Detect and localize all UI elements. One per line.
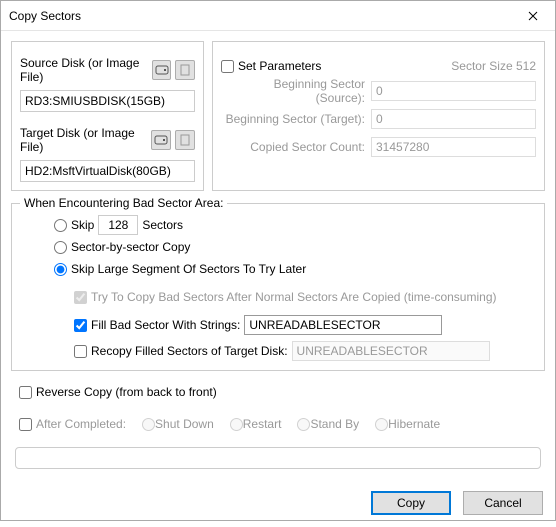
sector-count-label: Copied Sector Count:: [221, 140, 371, 154]
disk-icon: [154, 134, 168, 146]
progress-bar: [15, 447, 541, 469]
begin-target-label: Beginning Sector (Target):: [221, 112, 371, 126]
skip-unit-label: Sectors: [142, 218, 183, 232]
disk-icon: [155, 64, 169, 76]
window-title: Copy Sectors: [9, 9, 511, 23]
copy-button[interactable]: Copy: [371, 491, 451, 515]
skip-count-field[interactable]: [98, 215, 138, 235]
bad-sector-title: When Encountering Bad Sector Area:: [20, 196, 227, 210]
after-completed-checkbox[interactable]: After Completed:: [19, 417, 126, 431]
dialog-copy-sectors: Copy Sectors Source Disk (or Image File): [0, 0, 556, 521]
recopy-string-field: [292, 341, 490, 361]
begin-source-label: Beginning Sector (Source):: [221, 77, 371, 105]
source-disk-field[interactable]: [20, 90, 195, 112]
cancel-button[interactable]: Cancel: [463, 491, 543, 515]
sector-by-sector-radio[interactable]: Sector-by-sector Copy: [54, 240, 190, 254]
sector-count-field: [371, 137, 536, 157]
titlebar: Copy Sectors: [1, 1, 555, 31]
recopy-checkbox[interactable]: Recopy Filled Sectors of Target Disk:: [74, 344, 288, 358]
fill-string-field[interactable]: [244, 315, 442, 335]
source-disk-button[interactable]: [152, 60, 172, 80]
source-disk-label: Source Disk (or Image File): [20, 56, 148, 84]
sector-size-label: Sector Size 512: [451, 59, 536, 73]
standby-radio: Stand By: [297, 417, 359, 431]
reverse-copy-checkbox[interactable]: Reverse Copy (from back to front): [19, 385, 217, 399]
bad-sector-group: When Encountering Bad Sector Area: Skip …: [11, 203, 545, 371]
set-parameters-checkbox[interactable]: Set Parameters: [221, 59, 321, 73]
file-icon: [178, 134, 192, 146]
skip-large-radio[interactable]: Skip Large Segment Of Sectors To Try Lat…: [54, 262, 306, 276]
skip-radio[interactable]: Skip: [54, 218, 94, 232]
fill-string-checkbox[interactable]: Fill Bad Sector With Strings:: [74, 318, 240, 332]
begin-source-field: [371, 81, 536, 101]
parameters-group: Set Parameters Sector Size 512 Beginning…: [212, 41, 545, 191]
file-icon: [178, 64, 192, 76]
target-disk-field[interactable]: [20, 160, 195, 182]
begin-target-field: [371, 109, 536, 129]
target-disk-label: Target Disk (or Image File): [20, 126, 147, 154]
target-disk-button[interactable]: [151, 130, 171, 150]
close-button[interactable]: [511, 1, 555, 31]
source-target-group: Source Disk (or Image File) Target Disk …: [11, 41, 204, 191]
try-later-checkbox: Try To Copy Bad Sectors After Normal Sec…: [74, 290, 497, 304]
hibernate-radio: Hibernate: [375, 417, 440, 431]
restart-radio: Restart: [230, 417, 282, 431]
footer: Copy Cancel: [1, 479, 555, 527]
target-file-button[interactable]: [175, 130, 195, 150]
close-icon: [528, 11, 538, 21]
source-file-button[interactable]: [175, 60, 195, 80]
shutdown-radio: Shut Down: [142, 417, 214, 431]
